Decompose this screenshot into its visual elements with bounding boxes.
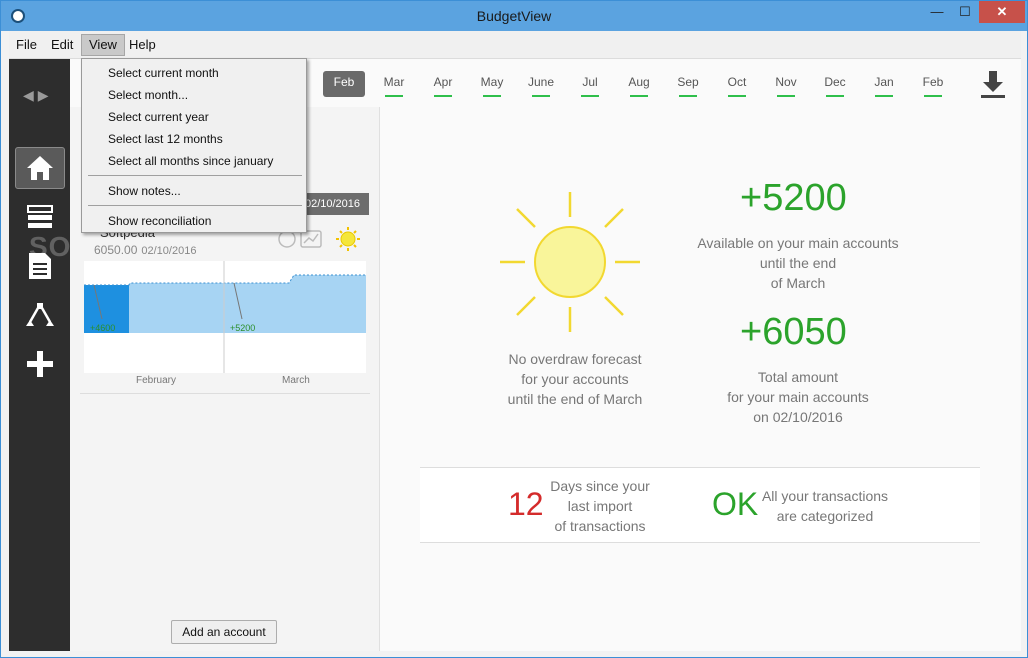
- chart-value-label: +4600: [90, 323, 116, 333]
- view-menu-dropdown: Select current month Select month... Sel…: [81, 58, 307, 233]
- month-jul[interactable]: Jul: [569, 71, 611, 97]
- plus-icon: [27, 351, 53, 377]
- month-june[interactable]: June: [520, 71, 562, 97]
- month-apr[interactable]: Apr: [422, 71, 464, 97]
- days-since-import: 12: [508, 486, 544, 522]
- back-arrow-icon[interactable]: ◀: [23, 87, 38, 103]
- chart-value-label: +5200: [230, 323, 256, 333]
- sun-forecast-icon: [500, 192, 640, 332]
- total-amount: +6050: [740, 311, 847, 353]
- month-mar[interactable]: Mar: [373, 71, 415, 97]
- categorization-text: All your transactions are categorized: [761, 488, 889, 524]
- menu-edit[interactable]: Edit: [44, 34, 80, 56]
- menu-file[interactable]: File: [9, 34, 44, 56]
- menu-show-notes[interactable]: Show notes...: [108, 181, 181, 201]
- menu-show-reconciliation[interactable]: Show reconciliation: [108, 211, 211, 231]
- close-button[interactable]: ✕: [979, 1, 1025, 23]
- menu-select-all-months[interactable]: Select all months since january: [108, 151, 273, 171]
- month-nov[interactable]: Nov: [765, 71, 807, 97]
- forward-arrow-icon[interactable]: ▶: [38, 87, 53, 103]
- month-jan[interactable]: Jan: [863, 71, 905, 97]
- account-mini-chart: [84, 261, 366, 373]
- month-oct[interactable]: Oct: [716, 71, 758, 97]
- menu-view[interactable]: View: [81, 34, 125, 56]
- month-dec[interactable]: Dec: [814, 71, 856, 97]
- month-feb-next[interactable]: Feb: [912, 71, 954, 97]
- analysis-nav-button[interactable]: [15, 294, 65, 336]
- add-nav-button[interactable]: [15, 343, 65, 385]
- account-balance: 6050.00: [94, 243, 138, 257]
- sun-small-icon: [340, 231, 356, 247]
- history-arrows[interactable]: ◀▶: [23, 87, 53, 104]
- left-navigation: ◀▶: [9, 59, 197, 651]
- menu-help[interactable]: Help: [122, 34, 163, 56]
- status-box: 12 Days since your last import of transa…: [420, 467, 980, 543]
- title-bar[interactable]: BudgetView — ☐ ✕: [1, 1, 1027, 31]
- chart-month-label: February: [136, 375, 177, 386]
- maximize-button[interactable]: ☐: [951, 1, 979, 23]
- download-button[interactable]: [979, 69, 1007, 104]
- forecast-text: No overdraw forecast for your accounts u…: [507, 351, 643, 407]
- minimize-button[interactable]: —: [923, 1, 951, 23]
- accounts-list-icon: [27, 205, 53, 228]
- days-since-import-text: Days since your last import of transacti…: [550, 478, 650, 534]
- dashboard-main: No overdraw forecast for your accounts u…: [380, 107, 1021, 651]
- month-may[interactable]: May: [471, 71, 513, 97]
- account-amount: 6050.00 02/10/2016: [94, 243, 196, 257]
- app-window: BudgetView — ☐ ✕ File Edit View Help ◀▶: [0, 0, 1028, 658]
- menu-separator: [88, 205, 302, 206]
- add-account-button[interactable]: Add an account: [171, 620, 277, 644]
- available-amount: +5200: [740, 177, 847, 219]
- window-title: BudgetView: [476, 8, 552, 24]
- menu-separator: [88, 175, 302, 176]
- menu-select-current-month[interactable]: Select current month: [108, 63, 219, 83]
- home-nav-button[interactable]: [15, 147, 65, 189]
- month-feb-current[interactable]: Feb: [323, 71, 365, 97]
- month-aug[interactable]: Aug: [618, 71, 660, 97]
- month-sep[interactable]: Sep: [667, 71, 709, 97]
- menu-bar: File Edit View Help: [9, 31, 1021, 59]
- account-separator: [80, 393, 370, 394]
- home-icon: [27, 156, 53, 180]
- reconcile-circle-icon: [278, 230, 296, 248]
- month-selector: Feb Mar Apr May June Jul Aug Sep Oct Nov…: [309, 67, 1009, 107]
- menu-select-month[interactable]: Select month...: [108, 85, 188, 105]
- available-description: Available on your main accounts until th…: [697, 235, 899, 291]
- account-balance-date: 02/10/2016: [141, 245, 197, 257]
- total-description: Total amount for your main accounts on 0…: [727, 369, 869, 425]
- download-icon: [981, 71, 1005, 98]
- chart-month-label: March: [282, 375, 310, 386]
- menu-select-last-12-months[interactable]: Select last 12 months: [108, 129, 223, 149]
- categorization-status: OK: [712, 486, 759, 522]
- analysis-icon: [26, 303, 54, 326]
- menu-select-current-year[interactable]: Select current year: [108, 107, 209, 127]
